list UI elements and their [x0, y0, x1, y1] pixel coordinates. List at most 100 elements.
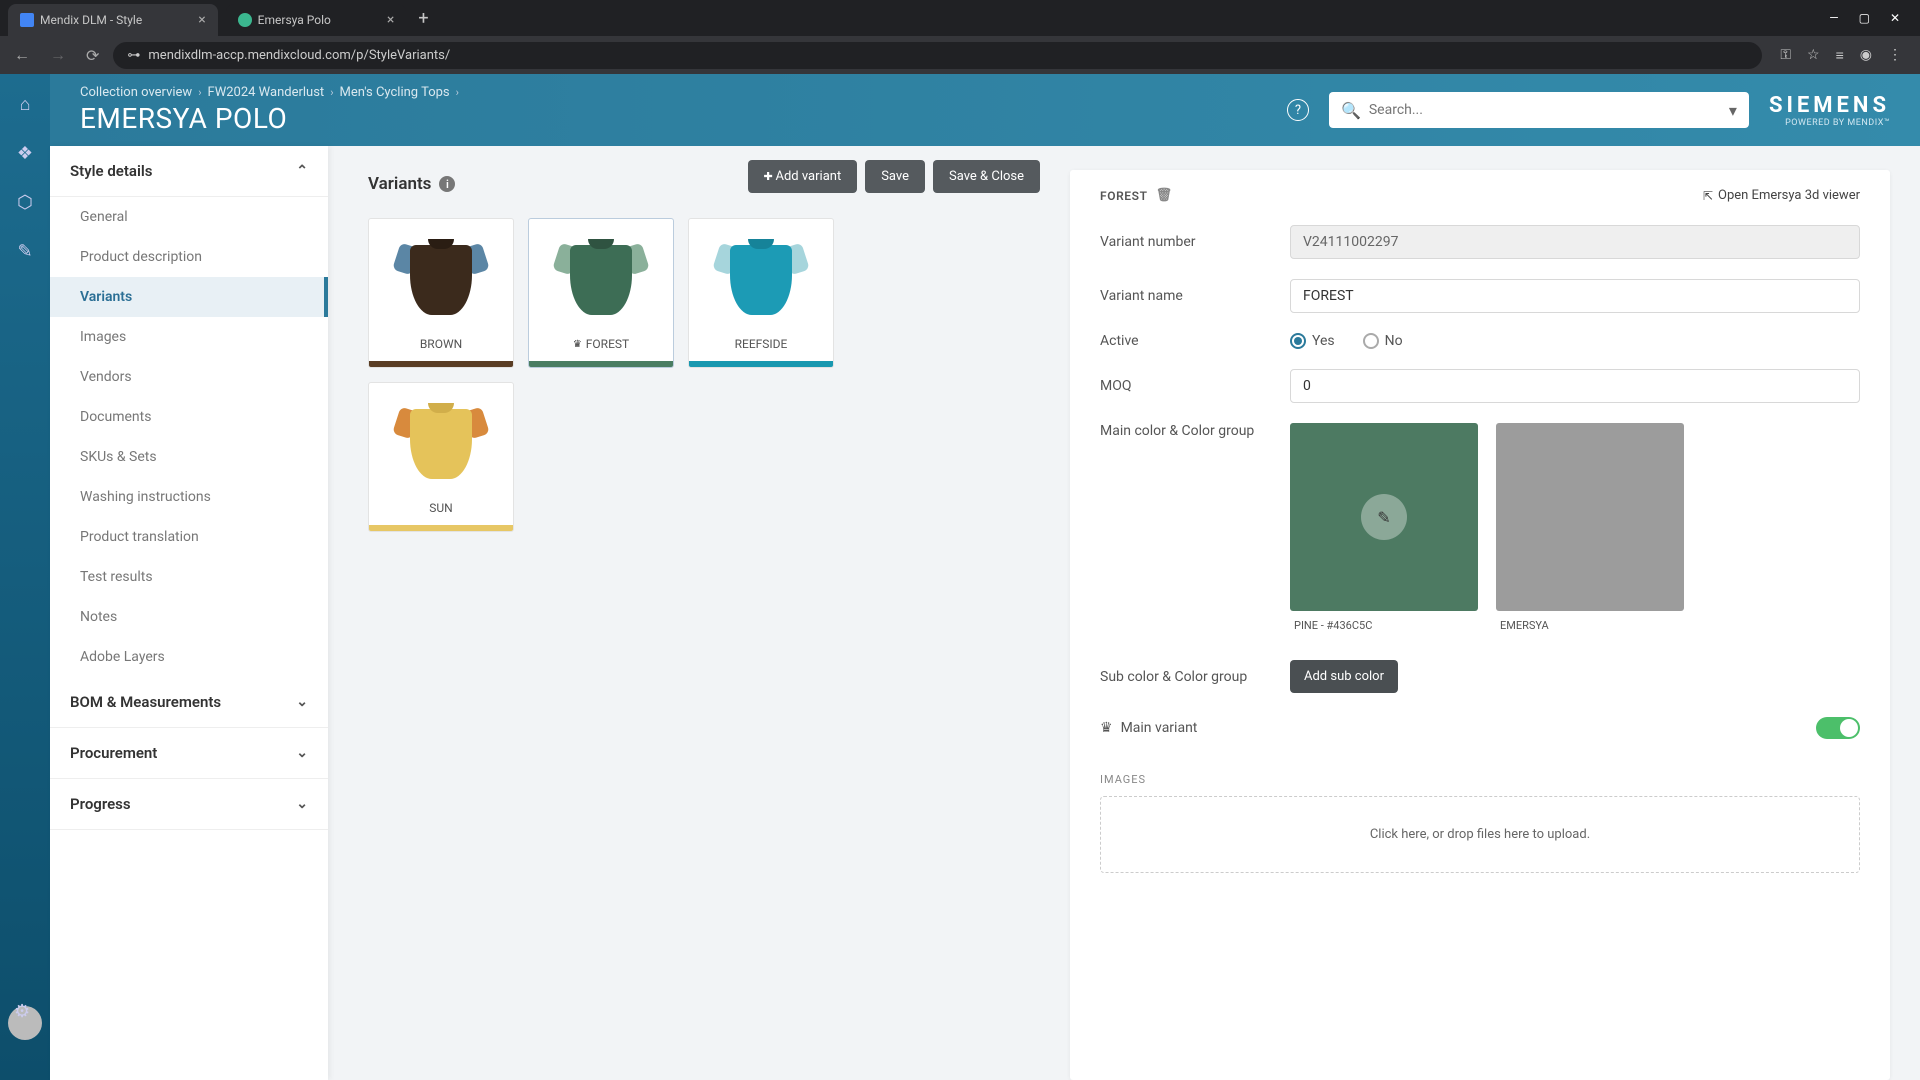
sidebar-item-adobe-layers[interactable]: Adobe Layers — [50, 637, 328, 677]
variant-number-label: Variant number — [1100, 234, 1290, 250]
minimize-icon[interactable]: — — [1829, 11, 1838, 25]
save-button[interactable]: Save — [865, 160, 925, 193]
sidebar-item-product-translation[interactable]: Product translation — [50, 517, 328, 557]
variants-panel: Add variant Save Save & Close Variants i — [328, 146, 1070, 1080]
address-bar: ← → ⟳ ⊶ mendixdlm-accp.mendixcloud.com/p… — [0, 36, 1920, 74]
forward-icon[interactable]: → — [44, 41, 72, 69]
browser-tab-active[interactable]: Mendix DLM - Style × — [8, 4, 218, 36]
sidebar-section-progress[interactable]: Progress ⌄ — [50, 779, 328, 830]
site-info-icon[interactable]: ⊶ — [127, 48, 140, 63]
chevron-down-icon[interactable]: ▾ — [1729, 101, 1737, 120]
image-dropzone[interactable]: Click here, or drop files here to upload… — [1100, 796, 1860, 873]
url-input[interactable]: ⊶ mendixdlm-accp.mendixcloud.com/p/Style… — [113, 42, 1762, 69]
sidebar-item-skus-sets[interactable]: SKUs & Sets — [50, 437, 328, 477]
breadcrumb-item[interactable]: Collection overview — [80, 85, 192, 100]
sidebar-section-procurement[interactable]: Procurement ⌄ — [50, 728, 328, 779]
app-header: Collection overview › FW2024 Wanderlust … — [50, 74, 1920, 146]
new-tab-button[interactable]: + — [406, 0, 440, 36]
chevron-down-icon: ⌄ — [296, 745, 308, 761]
chevron-right-icon: › — [330, 86, 333, 99]
settings-icon[interactable]: ⚙ — [14, 1001, 30, 1022]
active-yes-radio[interactable]: Yes — [1290, 333, 1335, 349]
extensions-icon[interactable]: ≡ — [1836, 47, 1844, 64]
sidebar: Style details ⌃ GeneralProduct descripti… — [50, 146, 328, 1080]
active-no-radio[interactable]: No — [1363, 333, 1403, 349]
trash-icon[interactable]: 🗑 — [1156, 188, 1173, 203]
sidebar-item-test-results[interactable]: Test results — [50, 557, 328, 597]
sidebar-item-images[interactable]: Images — [50, 317, 328, 357]
crown-icon: ♛ — [1100, 720, 1113, 736]
open-3d-viewer-link[interactable]: ⇱ Open Emersya 3d viewer — [1703, 188, 1860, 203]
edit-icon[interactable]: ✎ — [17, 241, 32, 262]
moq-field[interactable] — [1290, 369, 1860, 403]
save-close-button[interactable]: Save & Close — [933, 160, 1040, 193]
chevron-up-icon: ⌃ — [296, 163, 308, 179]
variant-name-label: Variant name — [1100, 288, 1290, 304]
breadcrumb-item[interactable]: Men's Cycling Tops — [340, 85, 450, 100]
profile-icon[interactable]: ◉ — [1860, 47, 1872, 64]
tab-close-icon[interactable]: × — [387, 12, 394, 28]
sidebar-item-washing-instructions[interactable]: Washing instructions — [50, 477, 328, 517]
help-icon[interactable]: ? — [1287, 99, 1309, 121]
variant-card-label: BROWN — [420, 337, 462, 351]
tab-title: Emersya Polo — [258, 13, 331, 27]
color-group-value: EMERSYA — [1496, 611, 1684, 640]
maximize-icon[interactable]: ▢ — [1859, 11, 1870, 25]
main-variant-label: Main variant — [1121, 720, 1198, 736]
sidebar-section-style-details[interactable]: Style details ⌃ — [50, 146, 328, 197]
variant-card-sun[interactable]: SUN — [368, 382, 514, 532]
sidebar-item-documents[interactable]: Documents — [50, 397, 328, 437]
browser-tab[interactable]: Emersya Polo × — [226, 4, 407, 36]
main-variant-toggle[interactable] — [1816, 717, 1860, 739]
edit-color-icon[interactable]: ✎ — [1361, 494, 1407, 540]
variant-name-field[interactable] — [1290, 279, 1860, 313]
active-label: Active — [1100, 333, 1290, 349]
sidebar-item-vendors[interactable]: Vendors — [50, 357, 328, 397]
search-input[interactable]: 🔍 ▾ — [1329, 92, 1749, 128]
variant-color-bar — [369, 361, 513, 367]
close-window-icon[interactable]: ✕ — [1890, 11, 1900, 25]
page-title: EMERSYA POLO — [80, 102, 459, 135]
color-group-swatch[interactable] — [1496, 423, 1684, 611]
layers-icon[interactable]: ❖ — [17, 143, 33, 164]
back-icon[interactable]: ← — [8, 41, 36, 69]
variant-card-label: SUN — [429, 501, 452, 515]
variant-color-bar — [689, 361, 833, 367]
sidebar-item-general[interactable]: General — [50, 197, 328, 237]
brand-subtitle: POWERED BY MENDIX™ — [1769, 118, 1890, 128]
images-section-title: IMAGES — [1100, 773, 1860, 786]
detail-variant-name: FOREST — [1100, 189, 1148, 203]
breadcrumb: Collection overview › FW2024 Wanderlust … — [80, 85, 459, 100]
search-field[interactable] — [1361, 102, 1729, 118]
password-icon[interactable]: ⚿ — [1780, 47, 1791, 64]
sidebar-item-product-description[interactable]: Product description — [50, 237, 328, 277]
brand-logo: SIEMENS — [1769, 93, 1890, 118]
variant-detail-panel: FOREST 🗑 ⇱ Open Emersya 3d viewer Varian… — [1070, 170, 1890, 1080]
sidebar-item-notes[interactable]: Notes — [50, 597, 328, 637]
variant-card-brown[interactable]: BROWN — [368, 218, 514, 368]
sidebar-item-variants[interactable]: Variants — [50, 277, 328, 317]
variant-card-forest[interactable]: ♛ FOREST — [528, 218, 674, 368]
main-color-swatch[interactable]: ✎ — [1290, 423, 1478, 611]
variant-thumbnail — [689, 219, 833, 329]
tag-icon[interactable]: ⬡ — [17, 192, 33, 213]
add-variant-button[interactable]: Add variant — [748, 160, 858, 193]
sidebar-section-bom[interactable]: BOM & Measurements ⌄ — [50, 677, 328, 728]
browser-tabs: Mendix DLM - Style × Emersya Polo × + — … — [0, 0, 1920, 36]
info-icon[interactable]: i — [439, 176, 455, 192]
menu-icon[interactable]: ⋮ — [1888, 47, 1902, 64]
favicon — [20, 13, 34, 27]
bookmark-icon[interactable]: ☆ — [1807, 47, 1820, 64]
variant-color-bar — [529, 361, 673, 367]
external-link-icon: ⇱ — [1703, 189, 1713, 203]
search-icon: 🔍 — [1341, 101, 1361, 120]
variant-card-reefside[interactable]: REEFSIDE — [688, 218, 834, 368]
toolbar: Add variant Save Save & Close — [748, 160, 1040, 193]
chevron-down-icon: ⌄ — [296, 796, 308, 812]
reload-icon[interactable]: ⟳ — [80, 42, 105, 69]
tab-title: Mendix DLM - Style — [40, 13, 142, 27]
home-icon[interactable]: ⌂ — [20, 94, 31, 115]
tab-close-icon[interactable]: × — [198, 12, 205, 28]
breadcrumb-item[interactable]: FW2024 Wanderlust — [208, 85, 325, 100]
add-sub-color-button[interactable]: Add sub color — [1290, 660, 1398, 693]
